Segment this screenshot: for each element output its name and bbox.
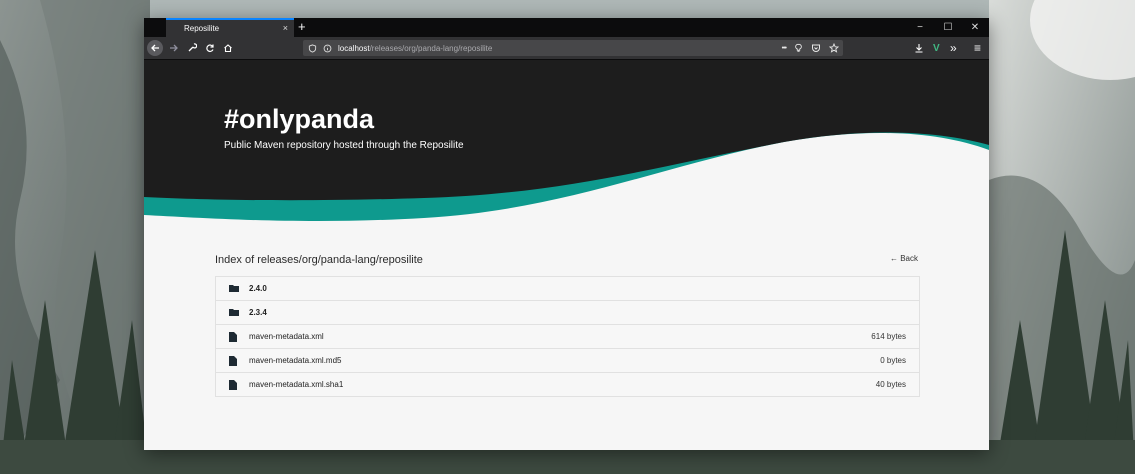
entry-name: maven-metadata.xml.sha1 xyxy=(249,380,344,389)
tab-title: Reposilite xyxy=(184,24,220,33)
url-path: /releases/org/panda-lang/reposilite xyxy=(369,43,493,53)
url-host: localhost xyxy=(338,43,370,53)
home-button[interactable] xyxy=(220,40,236,56)
entry-size: 0 bytes xyxy=(880,356,906,365)
index-title: Index of releases/org/panda-lang/reposil… xyxy=(215,254,423,266)
url-bar-actions: ••• xyxy=(782,40,839,56)
devtools-button[interactable] xyxy=(184,40,200,56)
browser-window: Reposilite × + − ☐ ✕ localhost/releases/… xyxy=(144,18,989,450)
list-item[interactable]: maven-metadata.xml.md5 0 bytes xyxy=(216,349,919,373)
reload-icon xyxy=(206,44,214,52)
download-icon xyxy=(915,44,923,53)
forward-button[interactable] xyxy=(166,40,182,56)
page-title: #onlypanda xyxy=(224,104,375,134)
wrench-icon xyxy=(188,43,197,52)
entry-name: 2.4.0 xyxy=(249,284,267,293)
tab-bar: Reposilite × + − ☐ ✕ xyxy=(144,18,989,37)
url-bar[interactable]: localhost/releases/org/panda-lang/reposi… xyxy=(303,40,843,56)
list-item[interactable]: 2.3.4 xyxy=(216,301,919,325)
entry-size: 40 bytes xyxy=(875,380,906,389)
maximize-button[interactable]: ☐ xyxy=(934,18,962,37)
reload-button[interactable] xyxy=(202,40,218,56)
info-icon[interactable] xyxy=(323,44,332,53)
entry-name: maven-metadata.xml xyxy=(249,332,324,341)
menu-icon[interactable]: ≡ xyxy=(974,40,981,56)
file-icon xyxy=(229,332,237,342)
list-item[interactable]: 2.4.0 xyxy=(216,277,919,301)
minimize-button[interactable]: − xyxy=(906,18,934,37)
downloads-button[interactable] xyxy=(914,40,924,56)
page-subtitle: Public Maven repository hosted through t… xyxy=(224,140,464,151)
arrow-left-icon xyxy=(151,44,159,52)
file-icon xyxy=(229,356,237,366)
close-tab-icon[interactable]: × xyxy=(283,23,288,33)
navigation-toolbar: localhost/releases/org/panda-lang/reposi… xyxy=(144,37,989,60)
arrow-right-icon xyxy=(170,44,178,52)
home-icon xyxy=(224,44,232,53)
close-window-button[interactable]: ✕ xyxy=(961,18,989,37)
entry-size: 614 bytes xyxy=(871,332,906,341)
folder-icon xyxy=(229,309,239,316)
overflow-icon[interactable]: » xyxy=(950,40,957,56)
list-item[interactable]: maven-metadata.xml.sha1 40 bytes xyxy=(216,373,919,396)
file-icon xyxy=(229,380,237,390)
file-list: 2.4.0 2.3.4 maven-metadata.xml 614 bytes… xyxy=(215,276,920,397)
pocket-icon[interactable] xyxy=(811,43,821,53)
more-icon[interactable]: ••• xyxy=(782,45,787,52)
star-icon[interactable] xyxy=(829,43,839,53)
tab-reposilite[interactable]: Reposilite × xyxy=(166,18,294,37)
shield-icon xyxy=(308,43,317,53)
hero-banner: #onlypanda Public Maven repository hoste… xyxy=(144,60,989,230)
entry-name: 2.3.4 xyxy=(249,308,267,317)
lightbulb-icon[interactable] xyxy=(794,43,803,53)
vue-devtools-icon[interactable]: V xyxy=(933,40,940,56)
folder-icon xyxy=(229,285,239,292)
list-item[interactable]: maven-metadata.xml 614 bytes xyxy=(216,325,919,349)
entry-name: maven-metadata.xml.md5 xyxy=(249,356,342,365)
back-link[interactable]: ← Back xyxy=(890,254,918,263)
back-button[interactable] xyxy=(147,40,163,56)
new-tab-button[interactable]: + xyxy=(298,19,306,34)
